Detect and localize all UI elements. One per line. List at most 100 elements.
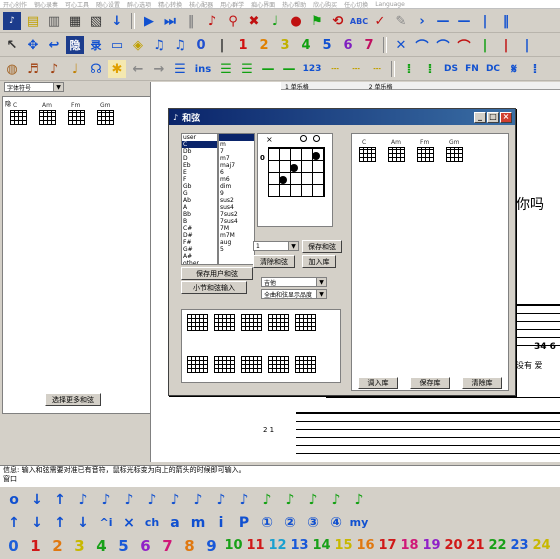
arrow-down-icon[interactable]: ↓	[108, 12, 126, 30]
close-icon[interactable]: ×	[500, 111, 512, 123]
violin-icon[interactable]: ♬	[24, 60, 42, 78]
fingering-symbol-button[interactable]: ♪	[279, 490, 301, 510]
chord-type-item[interactable]: m7	[219, 155, 254, 162]
finger-number-button[interactable]: 3	[69, 537, 90, 555]
root-note-item[interactable]: A	[182, 204, 217, 211]
repeat-icon[interactable]: ⁞	[400, 60, 418, 78]
fingering-symbol-button[interactable]: ♪	[233, 490, 255, 510]
move-icon[interactable]: ✥	[24, 36, 42, 54]
finger-number-button[interactable]: 12	[267, 538, 288, 553]
fn-button[interactable]: FN	[463, 60, 481, 78]
fingering-symbol-button[interactable]: ♪	[210, 490, 232, 510]
eraser-icon[interactable]: ◈	[129, 36, 147, 54]
fingering-symbol-button[interactable]: ♪	[72, 490, 94, 510]
technique-button[interactable]: a	[164, 513, 186, 533]
chord-type-list[interactable]: m 7 m7 maj7 6 m6 dim 9 sus2 sus4 7sus2 7sus4 7M m7M au…	[218, 133, 255, 265]
ins-button[interactable]: ins	[192, 60, 214, 78]
play-icon[interactable]: ▶	[140, 12, 158, 30]
fingering-symbol-button[interactable]: o	[3, 490, 25, 510]
tab-cell[interactable]	[187, 314, 208, 331]
fermata-icon[interactable]: ⁞	[526, 60, 544, 78]
fingering-symbol-button[interactable]: ↓	[26, 490, 48, 510]
num-123-button[interactable]: 123	[301, 60, 323, 78]
line3-icon[interactable]: |	[518, 36, 536, 54]
chord-type-item[interactable]: 9	[219, 190, 254, 197]
music-note-icon[interactable]: ♪	[203, 12, 221, 30]
beam2-icon[interactable]: ♫	[171, 36, 189, 54]
fingering-symbol-button[interactable]: ♪	[141, 490, 163, 510]
fret-position-combo[interactable]: 1 ▼	[253, 241, 299, 251]
tab-cell[interactable]	[241, 314, 262, 331]
technique-button[interactable]: i	[210, 513, 232, 533]
finger-number-button[interactable]: 9	[201, 537, 222, 555]
chord-type-item[interactable]: dim	[219, 183, 254, 190]
chord-type-item[interactable]: sus4	[219, 204, 254, 211]
root-note-item[interactable]: D	[182, 155, 217, 162]
note-3-button[interactable]: 3	[276, 36, 294, 54]
technique-button[interactable]: ②	[279, 513, 301, 533]
play-from-icon[interactable]: ⏭	[161, 12, 179, 30]
tab-cell[interactable]	[295, 314, 316, 331]
star-icon[interactable]: ✱	[108, 60, 126, 78]
line2-icon[interactable]: |	[497, 36, 515, 54]
technique-button[interactable]: my	[348, 513, 370, 533]
display-mode-combo[interactable]: 全曲和弦显示品度 ▼	[261, 289, 327, 299]
stop-icon[interactable]: ✖	[245, 12, 263, 30]
chord-diagram[interactable]: Fm	[65, 102, 87, 127]
tab-cell[interactable]	[268, 356, 289, 373]
fingering-symbol-button[interactable]: ♪	[256, 490, 278, 510]
save-user-chord-button[interactable]: 保存用户和弦	[181, 267, 253, 280]
tab-cell[interactable]	[187, 356, 208, 373]
marker-icon[interactable]: ⚑	[308, 12, 326, 30]
finger-dot[interactable]	[312, 152, 320, 160]
doc-icon[interactable]: ▭	[108, 36, 126, 54]
root-note-item[interactable]: B	[182, 218, 217, 225]
keyboard-icon[interactable]: ▦	[66, 12, 84, 30]
measure-chord-area[interactable]	[181, 309, 341, 383]
root-note-item[interactable]: E	[182, 169, 217, 176]
slur2-icon[interactable]: ⌒	[434, 36, 452, 55]
dashline2-icon[interactable]: ┄	[347, 60, 365, 78]
finger-number-button[interactable]: 19	[421, 538, 442, 553]
menu-item[interactable]: 用心群学	[220, 0, 244, 9]
note-0-button[interactable]: 0	[192, 36, 210, 54]
hline2-icon[interactable]: —	[280, 60, 298, 78]
dash-icon[interactable]: —	[434, 12, 452, 30]
hide-button[interactable]: 隐	[66, 36, 84, 54]
technique-button[interactable]: P	[233, 513, 255, 533]
hook-icon[interactable]: ↩	[45, 36, 63, 54]
mute-string-icon[interactable]: ×	[266, 135, 273, 144]
finger-number-button[interactable]: 4	[91, 537, 112, 555]
finger-number-button[interactable]: 5	[113, 537, 134, 555]
instrument-combo[interactable]: 吉他 ▼	[261, 277, 327, 287]
note-7-button[interactable]: 7	[360, 36, 378, 54]
finger-number-button[interactable]: 22	[487, 538, 508, 553]
fingering-symbol-button[interactable]: ♪	[118, 490, 140, 510]
font-symbol-combo[interactable]: 字体符号 ▼	[4, 82, 64, 92]
root-note-item[interactable]: G	[182, 190, 217, 197]
check-icon[interactable]: ✓	[371, 12, 389, 30]
chord-type-item[interactable]: 7sus2	[219, 211, 254, 218]
chevron-down-icon[interactable]: ▼	[53, 83, 63, 91]
finger-number-button[interactable]: 21	[465, 538, 486, 553]
finger-number-button[interactable]: 18	[399, 538, 420, 553]
finger-number-button[interactable]: 17	[377, 538, 398, 553]
technique-button[interactable]: ①	[256, 513, 278, 533]
root-note-item[interactable]: user	[182, 134, 217, 141]
root-note-item[interactable]: A#	[182, 253, 217, 260]
print-icon[interactable]: ▧	[87, 12, 105, 30]
repeat2-icon[interactable]: ⁞	[421, 60, 439, 78]
chord-type-item[interactable]: sus2	[219, 197, 254, 204]
loop-icon[interactable]: ⟲	[329, 12, 347, 30]
fingering-symbol-button[interactable]: ♪	[348, 490, 370, 510]
technique-button[interactable]: ③	[302, 513, 324, 533]
chevron-down-icon[interactable]: ▼	[316, 278, 326, 286]
technique-button[interactable]: ch	[141, 513, 163, 533]
root-note-item[interactable]: Ab	[182, 197, 217, 204]
note-1-button[interactable]: 1	[234, 36, 252, 54]
chord-type-item[interactable]: maj7	[219, 162, 254, 169]
note-4-button[interactable]: 4	[297, 36, 315, 54]
technique-button[interactable]: ↑	[3, 513, 25, 533]
menu-item[interactable]: 钢心录奏	[34, 0, 58, 9]
finger-number-button[interactable]: 14	[311, 538, 332, 553]
